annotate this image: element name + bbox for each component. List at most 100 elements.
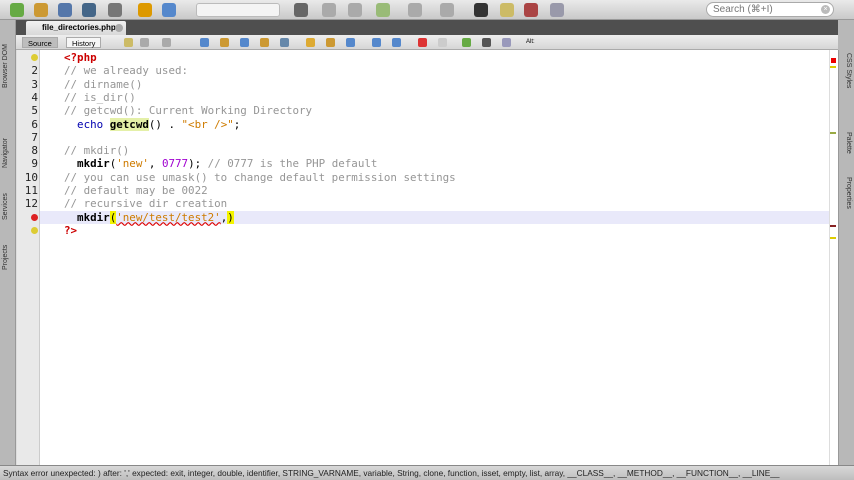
sidebar-browser-dom[interactable]: Browser DOM: [2, 44, 9, 88]
sidebar-css-styles[interactable]: CSS Styles: [845, 53, 852, 88]
open-project-icon[interactable]: [58, 3, 72, 17]
code-line[interactable]: // dirname(): [64, 78, 142, 91]
code-line[interactable]: // mkdir(): [64, 144, 129, 157]
warning-marker[interactable]: [830, 66, 836, 68]
preview-icon[interactable]: [108, 3, 122, 17]
editor-toolbar: Source History Alt:: [16, 35, 838, 50]
editor-tool-icon[interactable]: [372, 38, 381, 47]
code-line[interactable]: mkdir('new/test/test2',): [40, 210, 829, 224]
warning-marker[interactable]: [830, 237, 836, 239]
code-line[interactable]: mkdir('new', 0777); // 0777 is the PHP d…: [64, 157, 377, 170]
line-gutter: 2 3 4 5 6 7 8 9 10 11 12: [17, 50, 40, 465]
status-bar: Syntax error unexpected: ) after: ',' ex…: [0, 465, 854, 480]
editor-tool-icon[interactable]: [462, 38, 471, 47]
line-number: [17, 211, 38, 224]
editor-tool-icon[interactable]: [346, 38, 355, 47]
new-file-icon[interactable]: [10, 3, 24, 17]
code-line[interactable]: ?>: [64, 224, 77, 237]
line-number: 4: [31, 90, 38, 104]
code-token: mkdir: [64, 157, 110, 171]
code-token: 'new/test/test2': [116, 210, 221, 224]
file-icon[interactable]: [500, 3, 514, 17]
code-line[interactable]: // recursive dir creation: [64, 197, 227, 210]
editor-tool-icon[interactable]: [482, 38, 491, 47]
undo-icon[interactable]: [138, 3, 152, 17]
code-line[interactable]: // getcwd(): Current Working Directory: [64, 104, 312, 117]
error-stripe: [829, 50, 838, 465]
tab-bar: file_directories.php: [16, 20, 838, 35]
run-icon[interactable]: [376, 3, 390, 17]
warning-icon[interactable]: [31, 54, 38, 61]
editor-tool-icon[interactable]: [140, 38, 149, 47]
error-icon[interactable]: [31, 213, 38, 221]
clean-build-icon[interactable]: [348, 3, 362, 17]
code-token: // dirname(): [64, 77, 143, 91]
sidebar-palette[interactable]: Palette: [845, 132, 852, 154]
terminal-icon[interactable]: [474, 3, 488, 17]
code-line[interactable]: // is_dir(): [64, 91, 136, 104]
browser-icon[interactable]: [294, 3, 308, 17]
code-token: // is_dir(): [64, 90, 136, 104]
editor-tool-icon[interactable]: [418, 38, 427, 47]
editor-tool-icon[interactable]: [220, 38, 229, 47]
code-line[interactable]: // you can use umask() to change default…: [64, 171, 456, 184]
code-line[interactable]: // default may be 0022: [64, 184, 208, 197]
warning-icon[interactable]: [31, 226, 38, 234]
code-line[interactable]: // we already used:: [64, 64, 188, 77]
line-number: 2: [31, 64, 38, 78]
editor-tool-icon[interactable]: [306, 38, 315, 47]
redo-icon[interactable]: [162, 3, 176, 17]
code-editor[interactable]: <?php// we already used:// dirname()// i…: [40, 50, 829, 465]
sidebar-properties[interactable]: Properties: [845, 177, 852, 209]
code-token: ;: [233, 117, 241, 131]
editor-tool-icon[interactable]: [392, 38, 401, 47]
tab-file[interactable]: file_directories.php: [26, 21, 126, 35]
editor-tool-icon[interactable]: [124, 38, 133, 47]
code-token: echo: [64, 117, 110, 131]
new-project-icon[interactable]: [34, 3, 48, 17]
code-token: );: [188, 157, 208, 171]
line-number: 6: [31, 117, 38, 131]
code-token: 0777: [161, 157, 189, 171]
editor-tool-icon[interactable]: [240, 38, 249, 47]
sidebar-navigator[interactable]: Navigator: [2, 138, 9, 168]
sidebar-services[interactable]: Services: [2, 193, 9, 220]
left-sidebar: Browser DOM Navigator Services Projects: [0, 20, 16, 465]
editor-tool-icon[interactable]: [162, 38, 171, 47]
settings-icon[interactable]: [550, 3, 564, 17]
code-token: getcwd: [109, 117, 149, 131]
line-number: [17, 224, 38, 237]
right-sidebar: CSS Styles Palette Properties: [838, 50, 854, 465]
code-token: mkdir: [64, 210, 110, 224]
close-tab-icon[interactable]: [115, 24, 123, 32]
error-marker[interactable]: [831, 58, 836, 63]
search-input[interactable]: Search (⌘+I) ×: [706, 2, 834, 17]
debug-icon[interactable]: [408, 3, 422, 17]
history-button[interactable]: History: [66, 37, 102, 48]
code-line[interactable]: <?php: [64, 51, 97, 64]
code-line[interactable]: echo getcwd() . "<br />";: [64, 117, 241, 131]
editor-tool-icon[interactable]: [200, 38, 209, 47]
error-marker[interactable]: [830, 225, 836, 227]
code-token: "<br />": [181, 117, 234, 131]
editor-tool-icon[interactable]: [438, 38, 447, 47]
code-token: // recursive dir creation: [64, 197, 228, 211]
editor-tool-icon[interactable]: [502, 38, 511, 47]
clear-search-icon[interactable]: ×: [821, 5, 830, 14]
sidebar-projects[interactable]: Projects: [2, 245, 9, 270]
profile-icon[interactable]: [440, 3, 454, 17]
editor-tool-icon[interactable]: [280, 38, 289, 47]
code-token: // we already used:: [64, 64, 189, 78]
line-number: 9: [31, 157, 38, 171]
build-icon[interactable]: [322, 3, 336, 17]
save-all-icon[interactable]: [82, 3, 96, 17]
line-number: 8: [31, 144, 38, 158]
source-button[interactable]: Source: [22, 37, 58, 48]
mark-occurrence[interactable]: [830, 132, 836, 134]
editor-tool-icon[interactable]: [326, 38, 335, 47]
editor-tool-icon[interactable]: [260, 38, 269, 47]
config-combo[interactable]: [196, 3, 280, 17]
line-number: 3: [31, 77, 38, 91]
right-sidebar-top: [838, 20, 854, 50]
git-icon[interactable]: [524, 3, 538, 17]
